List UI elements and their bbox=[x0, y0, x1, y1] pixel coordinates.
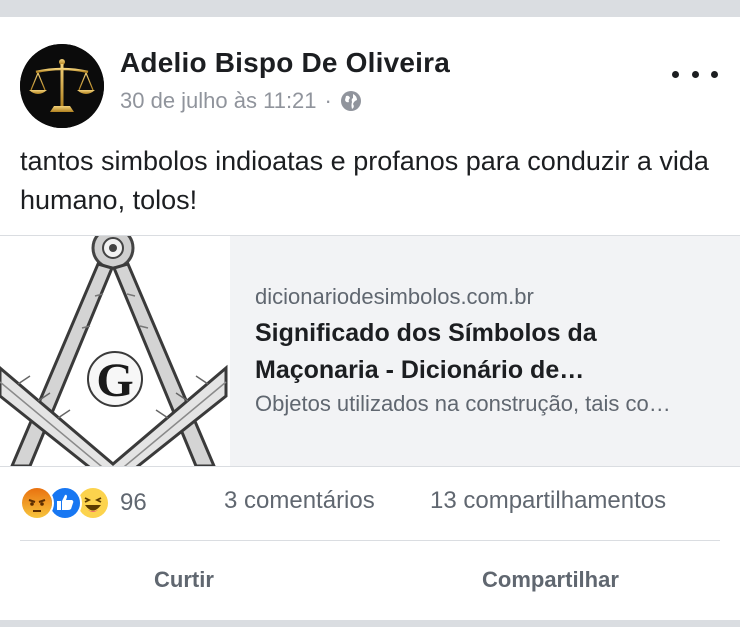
like-button[interactable]: Curtir bbox=[154, 567, 214, 593]
post-timestamp[interactable]: 30 de julho às 11:21 bbox=[120, 88, 317, 114]
thumbnail-letter: G bbox=[96, 354, 133, 407]
link-preview[interactable]: G dicionariodesimbolos.com.br Significad… bbox=[0, 235, 740, 467]
divider bbox=[20, 540, 720, 541]
avatar[interactable] bbox=[20, 44, 104, 128]
meta-separator: · bbox=[324, 88, 332, 113]
comments-count[interactable]: 3 comentários bbox=[224, 487, 375, 515]
reactions-summary[interactable]: 96 bbox=[20, 485, 147, 521]
globe-icon bbox=[340, 90, 362, 112]
post-text: tantos simbolos indioatas e profanos par… bbox=[20, 146, 709, 215]
post-card: Adelio Bispo De Oliveira 30 de julho às … bbox=[0, 17, 740, 620]
shares-count[interactable]: 13 compartilhamentos bbox=[430, 487, 666, 515]
link-description: Objetos utilizados na construção, tais c… bbox=[255, 391, 671, 416]
scales-of-justice-icon bbox=[20, 44, 104, 128]
share-button[interactable]: Compartilhar bbox=[482, 567, 619, 593]
link-title[interactable]: Significado dos Símbolos da Maçonaria - … bbox=[255, 315, 725, 389]
more-dot bbox=[711, 70, 718, 78]
author-name[interactable]: Adelio Bispo De Oliveira bbox=[120, 47, 450, 79]
link-domain: dicionariodesimbolos.com.br bbox=[255, 284, 534, 309]
reaction-count: 96 bbox=[120, 489, 147, 516]
more-dot bbox=[691, 70, 699, 78]
square-and-compass-icon: G bbox=[0, 236, 230, 466]
more-options-icon[interactable] bbox=[672, 61, 718, 87]
more-dot bbox=[672, 70, 679, 78]
link-thumbnail: G bbox=[0, 236, 230, 466]
angry-icon bbox=[20, 486, 54, 520]
post-meta: 30 de julho às 11:21 · bbox=[120, 88, 362, 114]
